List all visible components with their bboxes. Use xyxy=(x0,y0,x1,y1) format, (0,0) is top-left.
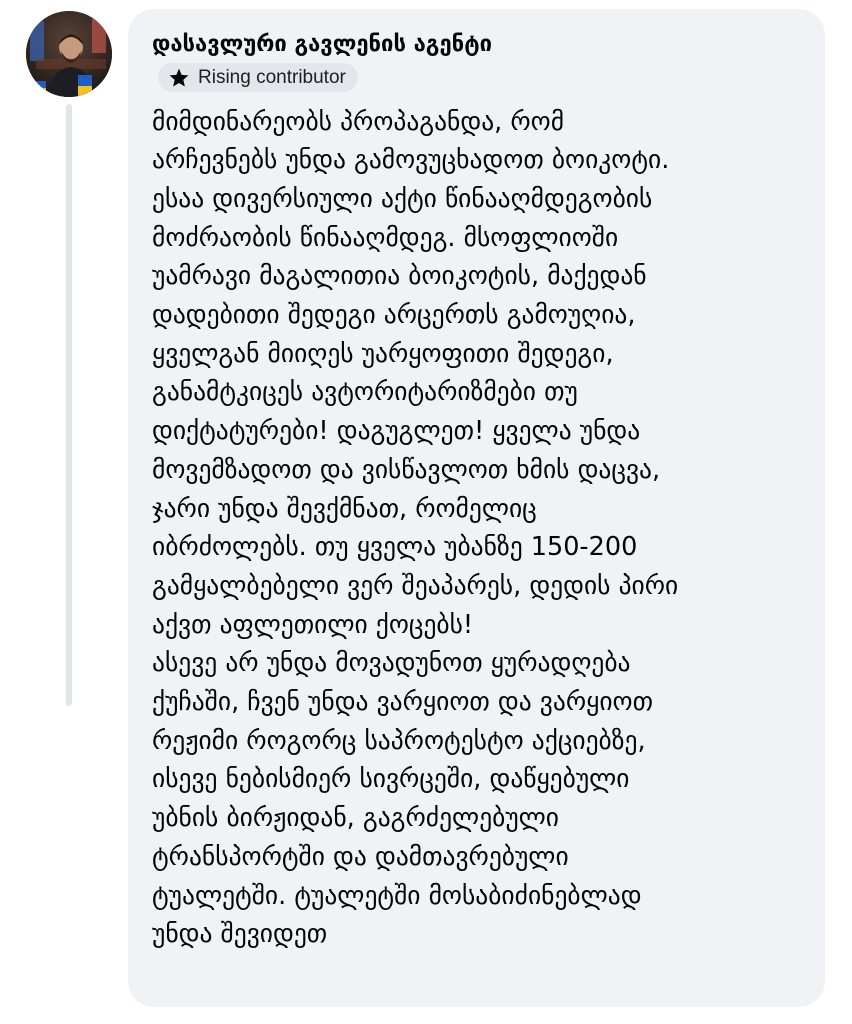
comment-line: იბრძოლებს. თუ ყველა უბანზე 150-200 xyxy=(152,532,638,563)
comment-line: არჩევნებს უნდა გამოვუცხადოთ ბოიკოტი. xyxy=(152,145,670,176)
comment-line: ტრანსპორტში და დამთავრებული xyxy=(152,841,569,872)
comment-line: უბნის ბირჟიდან, გაგრძელებული xyxy=(152,803,560,834)
comment-line: ისევე ნებისმიერ სივრცეში, დაწყებული xyxy=(152,764,630,795)
comment-line: ყველგან მიიღეს უარყოფითი შედეგი, xyxy=(152,338,614,369)
comment-line: მოვემზადოთ და ვისწავლოთ ხმის დაცვა, xyxy=(152,454,661,485)
comment-line: ტუალეტში. ტუალეტში მოსაბიძინებლად xyxy=(152,880,642,911)
comment-line: მიმდინარეობს პროპაგანდა, რომ xyxy=(152,106,565,137)
comment-line: ქუჩაში, ჩვენ უნდა ვარყიოთ და ვარყიოთ xyxy=(152,687,653,718)
comment-line: ჯარი უნდა შევქმნათ, რომელიც xyxy=(152,493,537,524)
avatar[interactable] xyxy=(26,11,112,97)
author-name[interactable]: დასავლური გავლენის აგენტი xyxy=(152,31,805,59)
comment-line: ასევე არ უნდა მოვადუნოთ ყურადღება xyxy=(152,648,631,679)
comment-bubble: დასავლური გავლენის აგენტი Rising contrib… xyxy=(128,9,825,1007)
comment-line: განამტკიცეს ავტორიტარიზმები თუ xyxy=(152,377,578,408)
comment-line: უნდა შევიდეთ xyxy=(152,919,328,950)
comment-line: ესაა დივერსიული აქტი წინააღმდეგობის xyxy=(152,183,653,214)
rising-contributor-badge[interactable]: Rising contributor xyxy=(158,63,358,92)
comment-line: უამრავი მაგალითია ბოიკოტის, მაქედან xyxy=(152,261,647,292)
comment-line: დიქტატურები! დაგუგლეთ! ყველა უნდა xyxy=(152,416,641,447)
comment-line: დადებითი შედეგი არცერთს გამოუღია, xyxy=(152,300,636,331)
comment-line: მოძრაობის წინააღმდეგ. მსოფლიოში xyxy=(152,222,619,253)
comment-line: რეჟიმი როგორც საპროტესტო აქციებზე, xyxy=(152,725,646,756)
thread-line xyxy=(66,104,72,706)
badge-label: Rising contributor xyxy=(198,66,346,88)
avatar-image xyxy=(26,11,112,97)
comment-line: აქვთ აფლეთილი ქოცებს! xyxy=(152,609,474,640)
comment-view: დასავლური გავლენის აგენტი Rising contrib… xyxy=(0,0,852,1024)
comment-text: მიმდინარეობს პროპაგანდა, რომ არჩევნებს უ… xyxy=(152,103,805,954)
flag-yellow xyxy=(78,86,92,97)
star-icon xyxy=(168,67,190,89)
comment-line: გამყალბებელი ვერ შეაპარეს, დედის პირი xyxy=(152,570,679,601)
